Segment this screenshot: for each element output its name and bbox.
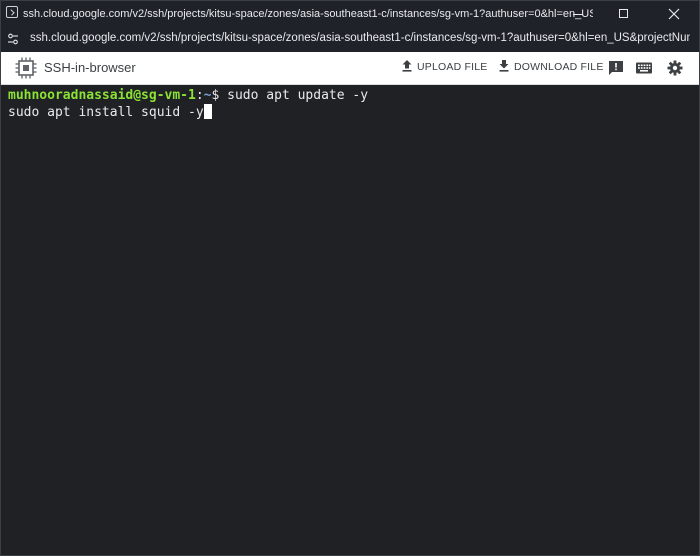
prompt-symbol: $: [211, 88, 228, 103]
url-text[interactable]: ssh.cloud.google.com/v2/ssh/projects/kit…: [30, 31, 690, 46]
upload-file-button[interactable]: UPLOAD FILE: [401, 58, 487, 78]
window-title: ssh.cloud.google.com/v2/ssh/projects/kit…: [23, 8, 593, 20]
title-bar[interactable]: ssh.cloud.google.com/v2/ssh/projects/kit…: [1, 1, 699, 27]
upload-icon: [402, 60, 412, 72]
terminal-line-2: sudo apt install squid -y: [8, 104, 212, 121]
browser-window: ssh.cloud.google.com/v2/ssh/projects/kit…: [0, 0, 700, 556]
keyboard-icon[interactable]: [635, 59, 653, 77]
close-icon: [668, 8, 680, 20]
download-icon: [499, 60, 509, 72]
address-bar[interactable]: ssh.cloud.google.com/v2/ssh/projects/kit…: [1, 27, 699, 51]
terminal-app-icon: [6, 6, 18, 18]
close-button[interactable]: [651, 1, 697, 27]
terminal-line-1: muhnooradnassaid@sg-vm-1:~$ sudo apt upd…: [8, 88, 368, 104]
download-file-label: DOWNLOAD FILE: [514, 61, 604, 73]
minimize-icon: [573, 14, 583, 15]
feedback-icon[interactable]: [607, 59, 625, 77]
app-toolbar: SSH-in-browser UPLOAD FILE DOWNLOAD FILE: [1, 52, 699, 85]
terminal[interactable]: muhnooradnassaid@sg-vm-1:~$ sudo apt upd…: [1, 85, 699, 555]
upload-file-label: UPLOAD FILE: [417, 61, 488, 73]
terminal-command-1: sudo apt update -y: [227, 88, 369, 103]
maximize-button[interactable]: [601, 1, 647, 27]
gear-icon[interactable]: [666, 59, 684, 77]
prompt-user: muhnooradnassaid@sg-vm-1: [8, 88, 196, 103]
download-file-button[interactable]: DOWNLOAD FILE: [498, 58, 603, 78]
chip-icon: [15, 57, 37, 79]
site-info-icon[interactable]: [7, 33, 19, 45]
terminal-cursor: [203, 104, 212, 119]
prompt-path: ~: [203, 88, 212, 103]
app-title: SSH-in-browser: [44, 60, 136, 75]
prompt-separator: :: [195, 88, 204, 103]
minimize-button[interactable]: [555, 1, 601, 27]
maximize-icon: [619, 9, 628, 18]
terminal-input-text: sudo apt install squid -y: [8, 105, 204, 120]
